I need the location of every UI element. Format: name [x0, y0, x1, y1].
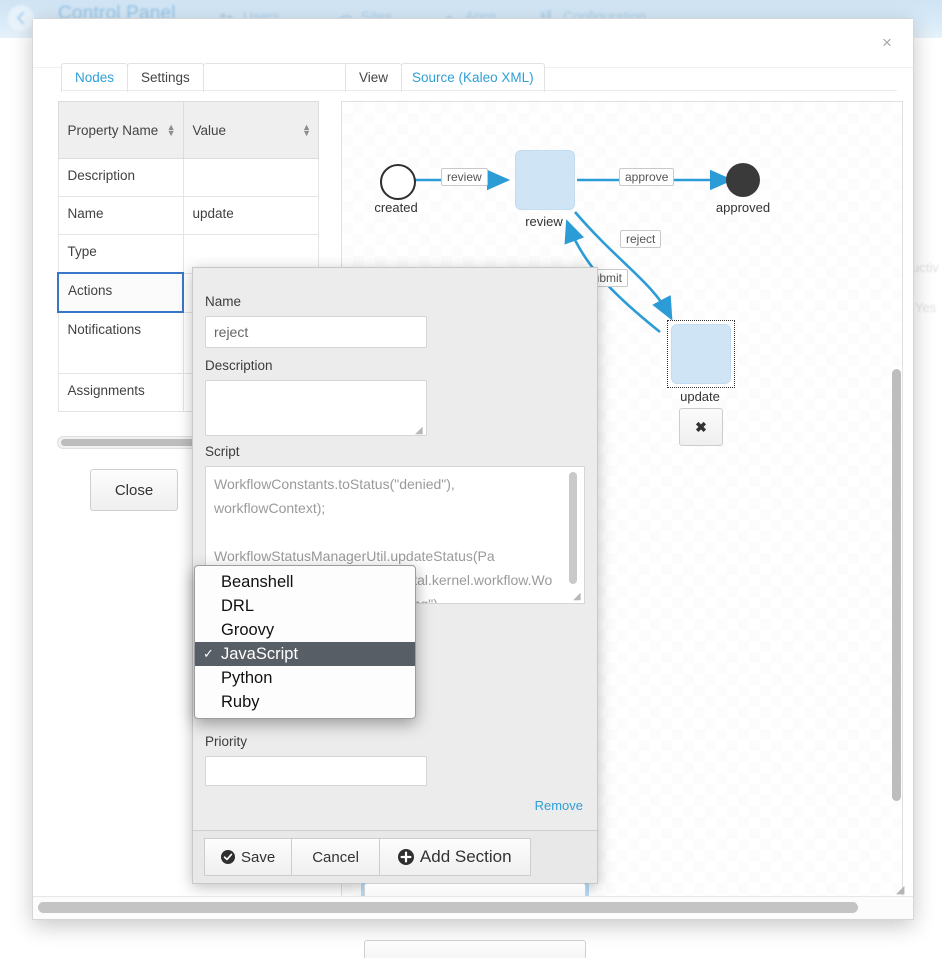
- add-section-button[interactable]: Add Section: [379, 838, 531, 876]
- cancel-button-label: Cancel: [312, 849, 359, 866]
- dropdown-option-beanshell[interactable]: Beanshell: [195, 570, 415, 594]
- dropdown-option-label: DRL: [221, 597, 254, 615]
- action-section-body: Name Description ◢ Script ◢ Priority Rem…: [193, 268, 597, 830]
- edge-label-reject[interactable]: reject: [620, 230, 661, 248]
- tab-source-kaleo-xml[interactable]: Source (Kaleo XML): [401, 63, 545, 92]
- tabs-divider: [61, 90, 897, 91]
- tab-view[interactable]: View: [345, 63, 402, 92]
- property-name-cell: Notifications: [58, 312, 183, 374]
- node-approved-label: approved: [701, 200, 785, 215]
- dropdown-option-label: JavaScript: [221, 645, 298, 663]
- edge-label-review[interactable]: review: [441, 168, 488, 186]
- close-button[interactable]: Close: [90, 469, 178, 511]
- table-row[interactable]: Name update: [58, 197, 319, 235]
- modal-header: ×: [33, 19, 913, 68]
- dropdown-option-drl[interactable]: DRL: [195, 594, 415, 618]
- property-value-cell[interactable]: [183, 159, 319, 197]
- column-property-name-label: Property Name: [68, 123, 159, 138]
- dropdown-option-ruby[interactable]: Ruby: [195, 690, 415, 714]
- background-ghost-text-2: Yes: [915, 300, 936, 315]
- view-tabs: View Source (Kaleo XML): [345, 63, 544, 92]
- modal-hscrollbar-thumb[interactable]: [38, 902, 858, 913]
- property-name-cell: Assignments: [58, 374, 183, 412]
- action-description-textarea[interactable]: [205, 380, 427, 436]
- script-language-dropdown[interactable]: Beanshell DRL Groovy ✓ JavaScript Python…: [194, 565, 416, 719]
- canvas-vscrollbar-thumb[interactable]: [892, 369, 901, 801]
- textarea-resize-grip[interactable]: ◢: [573, 592, 581, 602]
- textarea-resize-grip[interactable]: ◢: [415, 426, 423, 436]
- modal-hscrollbar[interactable]: [33, 896, 913, 919]
- node-review-label: review: [502, 214, 586, 229]
- priority-label: Priority: [205, 734, 247, 749]
- action-section-footer: Save Cancel Add Section: [193, 830, 597, 883]
- script-vscrollbar-thumb[interactable]: [569, 472, 577, 584]
- remove-section-link[interactable]: Remove: [535, 798, 583, 813]
- node-update-label: update: [658, 389, 742, 404]
- node-created[interactable]: [380, 164, 416, 200]
- table-header-row: Property Name ▲▼ Value ▲▼: [58, 102, 319, 159]
- close-icon[interactable]: ×: [875, 31, 899, 55]
- background-ghost-text-1: uctiv: [912, 260, 939, 275]
- script-label: Script: [205, 444, 240, 459]
- dropdown-option-groovy[interactable]: Groovy: [195, 618, 415, 642]
- delete-node-icon[interactable]: ✖: [679, 408, 723, 446]
- column-value[interactable]: Value ▲▼: [183, 102, 319, 159]
- property-name-cell: Actions: [58, 273, 183, 312]
- node-review[interactable]: [515, 150, 575, 210]
- tab-settings[interactable]: Settings: [127, 63, 204, 92]
- property-name-cell: Name: [58, 197, 183, 235]
- description-label: Description: [205, 358, 273, 373]
- save-button[interactable]: Save: [204, 838, 292, 876]
- screen-root: Control Panel Users Sites Apps Configur: [0, 0, 942, 958]
- save-button-label: Save: [241, 849, 275, 866]
- action-priority-input[interactable]: [205, 756, 427, 786]
- dropdown-option-python[interactable]: Python: [195, 666, 415, 690]
- plus-circle-icon: [398, 849, 414, 865]
- node-created-label: created: [354, 200, 438, 215]
- edge-label-approve[interactable]: approve: [619, 168, 674, 186]
- check-circle-icon: [221, 850, 235, 864]
- action-buttons: Save Cancel Add Section: [204, 838, 530, 876]
- property-name-cell: Type: [58, 235, 183, 274]
- back-arrow-icon[interactable]: [8, 5, 34, 31]
- dropdown-option-label: Beanshell: [221, 573, 293, 591]
- dropdown-option-label: Groovy: [221, 621, 274, 639]
- workflow-designer-modal: × Nodes Settings View Source (Kaleo XML)…: [32, 18, 914, 920]
- action-name-input[interactable]: [205, 316, 427, 348]
- tab-nodes[interactable]: Nodes: [61, 63, 128, 92]
- column-property-name[interactable]: Property Name ▲▼: [58, 102, 183, 159]
- node-update[interactable]: [671, 324, 731, 384]
- column-value-label: Value: [193, 123, 227, 138]
- checkmark-icon: ✓: [203, 642, 214, 666]
- dropdown-option-label: Ruby: [221, 693, 260, 711]
- script-required-select[interactable]: [364, 940, 586, 958]
- property-value-cell[interactable]: update: [183, 197, 319, 235]
- name-label: Name: [205, 294, 241, 309]
- add-section-button-label: Add Section: [420, 847, 512, 867]
- modal-resize-handle[interactable]: ◢: [896, 883, 910, 897]
- table-row[interactable]: Description: [58, 159, 319, 197]
- cancel-button[interactable]: Cancel: [291, 838, 380, 876]
- designer-tabs: Nodes Settings: [61, 63, 350, 92]
- property-name-cell: Description: [58, 159, 183, 197]
- sort-icon[interactable]: ▲▼: [167, 124, 176, 136]
- sort-icon[interactable]: ▲▼: [302, 124, 311, 136]
- dropdown-option-label: Python: [221, 669, 272, 687]
- tab-empty[interactable]: [203, 63, 351, 92]
- node-approved[interactable]: [726, 163, 760, 197]
- dropdown-option-javascript[interactable]: ✓ JavaScript: [195, 642, 415, 666]
